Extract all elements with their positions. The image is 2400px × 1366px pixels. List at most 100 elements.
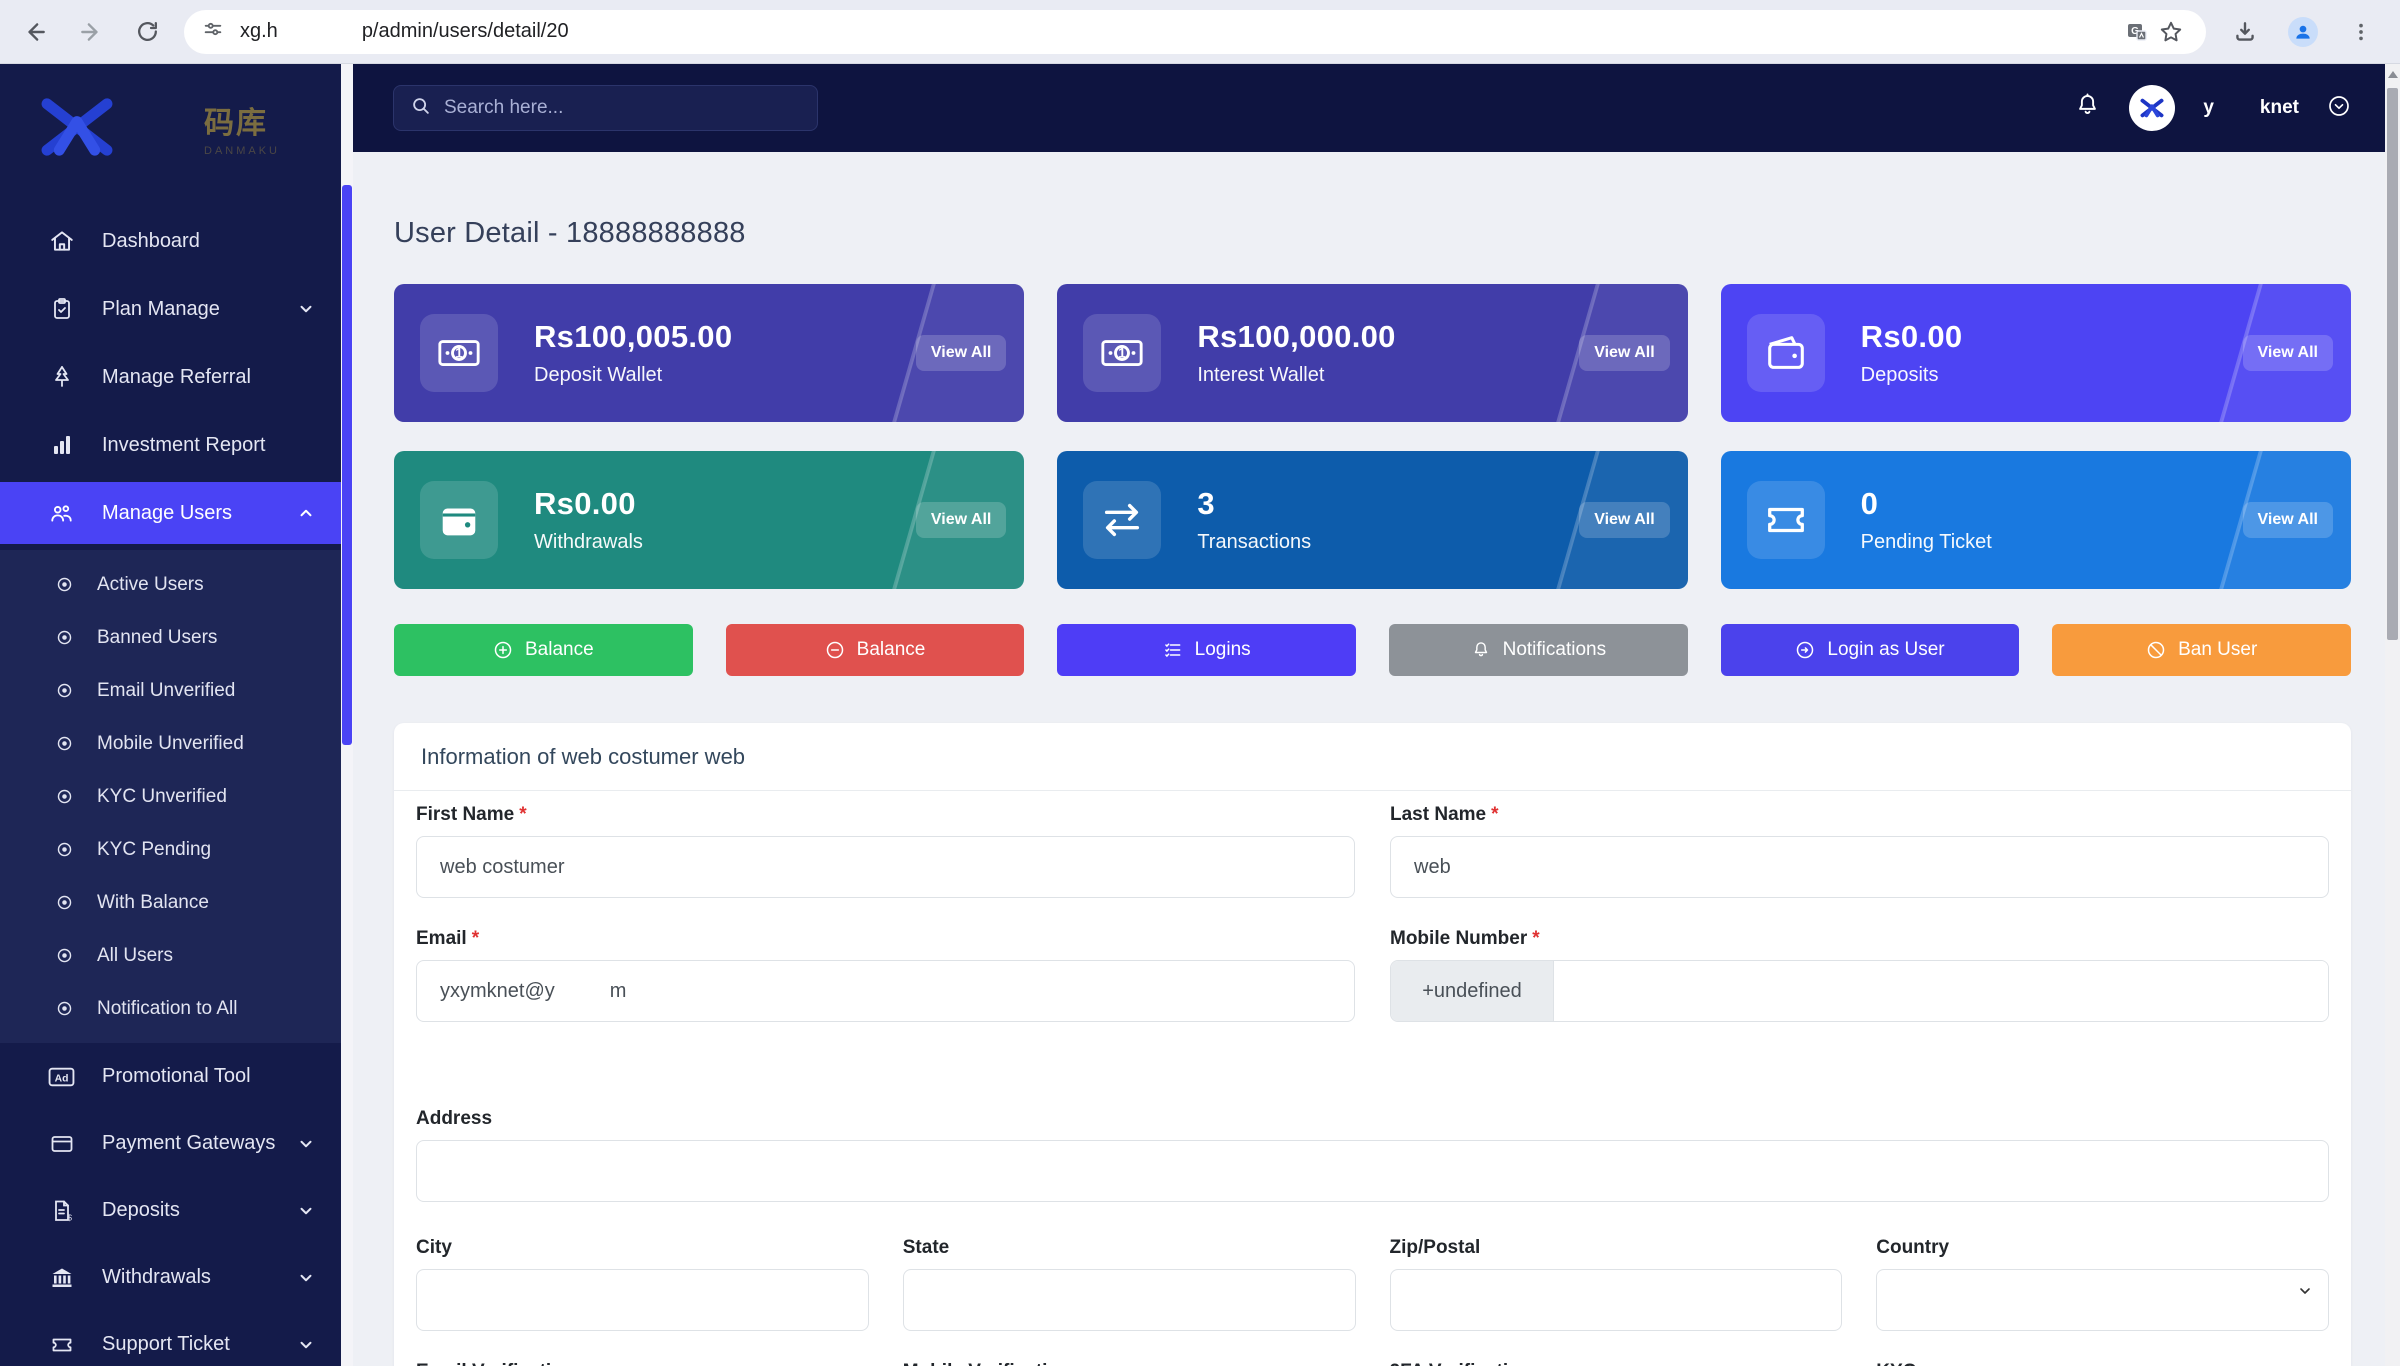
ban-user-button[interactable]: Ban User — [2052, 624, 2351, 676]
scroll-up-arrow-icon[interactable] — [2385, 70, 2400, 80]
sidebar-item-with-balance[interactable]: With Balance — [0, 876, 341, 929]
city-field[interactable] — [416, 1269, 869, 1331]
search-input[interactable] — [444, 97, 801, 119]
sidebar-item-all-users[interactable]: All Users — [0, 929, 341, 982]
page-scrollbar[interactable] — [2385, 64, 2400, 1366]
notifications-bell-icon[interactable] — [2074, 92, 2101, 124]
card-amount: Rs0.00 — [534, 486, 643, 522]
banknote-icon: 1 — [420, 314, 498, 392]
sidebar-item-promotional-tool[interactable]: Ad Promotional Tool — [0, 1043, 341, 1110]
site-settings-icon[interactable] — [202, 18, 224, 45]
subtract-balance-button[interactable]: Balance — [726, 624, 1025, 676]
sidebar-item-manage-users[interactable]: Manage Users — [0, 482, 341, 544]
dot-circle-icon — [56, 947, 73, 964]
svg-text:1: 1 — [455, 346, 463, 361]
view-all-button[interactable]: View All — [1579, 502, 1669, 538]
address-bar[interactable]: xg.h p/admin/users/detail/20 G — [184, 10, 2206, 54]
sidebar-item-kyc-pending[interactable]: KYC Pending — [0, 823, 341, 876]
card-label: Transactions — [1197, 531, 1311, 554]
login-circle-icon — [1795, 640, 1815, 660]
user-menu[interactable]: y knet — [2203, 97, 2299, 119]
downloads-icon[interactable] — [2228, 15, 2262, 49]
first-name-field[interactable] — [416, 836, 1355, 898]
mobile-prefix: +undefined — [1391, 961, 1554, 1021]
sidebar-item-banned-users[interactable]: Banned Users — [0, 611, 341, 664]
login-as-user-button[interactable]: Login as User — [1721, 624, 2020, 676]
sidebar-item-payment-gateways[interactable]: Payment Gateways — [0, 1110, 341, 1177]
required-asterisk: * — [472, 928, 479, 949]
sidebar-scrollbar-thumb[interactable] — [342, 185, 352, 745]
twofa-verification-label: 2FA Verification — [1390, 1361, 1843, 1366]
state-field[interactable] — [903, 1269, 1356, 1331]
sidebar-item-investment-report[interactable]: Investment Report — [0, 414, 341, 476]
ad-icon: Ad — [48, 1065, 75, 1089]
bell-icon — [1471, 640, 1491, 660]
brand-title: 码库 — [204, 98, 280, 142]
zip-field[interactable] — [1390, 1269, 1843, 1331]
page-scrollbar-thumb[interactable] — [2387, 88, 2398, 640]
browser-menu-icon[interactable] — [2344, 15, 2378, 49]
dot-circle-icon — [56, 1000, 73, 1017]
chevron-down-icon — [297, 1336, 315, 1354]
last-name-field[interactable] — [1390, 836, 2329, 898]
chevron-down-icon — [297, 1202, 315, 1220]
browser-reload-icon[interactable] — [130, 15, 164, 49]
mobile-verification-label: Mobile Verification — [903, 1361, 1356, 1366]
mobile-number-label: Mobile Number* — [1390, 928, 2329, 950]
card-amount: 0 — [1861, 486, 1992, 522]
email-field[interactable]: yxymknet@y m — [416, 960, 1355, 1022]
transfer-icon — [1083, 481, 1161, 559]
search-box[interactable] — [393, 85, 818, 131]
browser-back-icon[interactable] — [18, 15, 52, 49]
logins-button[interactable]: Logins — [1057, 624, 1356, 676]
sidebar-item-support-ticket[interactable]: Support Ticket — [0, 1311, 341, 1366]
wallet-icon — [1747, 314, 1825, 392]
user-info-card: Information of web costumer web First Na… — [394, 723, 2351, 1366]
users-icon — [48, 500, 75, 526]
card-amount: Rs100,000.00 — [1197, 319, 1395, 355]
view-all-button[interactable]: View All — [916, 335, 1006, 371]
file-dollar-icon: $ — [48, 1198, 75, 1224]
state-label: State — [903, 1237, 1356, 1259]
dot-circle-icon — [56, 735, 73, 752]
add-balance-button[interactable]: Balance — [394, 624, 693, 676]
minus-circle-icon — [825, 640, 845, 660]
sidebar-item-dashboard[interactable]: Dashboard — [0, 210, 341, 272]
bank-icon — [48, 1266, 75, 1290]
sidebar-item-kyc-unverified[interactable]: KYC Unverified — [0, 770, 341, 823]
user-avatar[interactable] — [2129, 85, 2175, 131]
browser-forward-icon[interactable] — [74, 15, 108, 49]
screen: xg.h p/admin/users/detail/20 G — [0, 0, 2400, 1366]
page-title: User Detail - 18888888888 — [394, 215, 2351, 251]
view-all-button[interactable]: View All — [2243, 502, 2333, 538]
user-menu-chevron-icon[interactable] — [2327, 94, 2351, 123]
sidebar-item-manage-referral[interactable]: Manage Referral — [0, 346, 341, 408]
view-all-button[interactable]: View All — [1579, 335, 1669, 371]
bookmark-star-icon[interactable] — [2154, 15, 2188, 49]
sidebar-item-withdrawals[interactable]: Withdrawals — [0, 1244, 341, 1311]
view-all-button[interactable]: View All — [916, 502, 1006, 538]
sidebar: 码库 DANMAKU Dashboard Plan Manage — [0, 64, 341, 1366]
card-deposit-wallet: 1 Rs100,005.00 Deposit Wallet View All — [394, 284, 1024, 422]
mobile-number-field[interactable] — [1554, 961, 2328, 1021]
chevron-down-icon — [297, 300, 315, 318]
country-select[interactable] — [1876, 1269, 2329, 1331]
sidebar-item-active-users[interactable]: Active Users — [0, 558, 341, 611]
translate-icon[interactable]: G — [2120, 15, 2154, 49]
dot-circle-icon — [56, 894, 73, 911]
email-verification-label: Email Verification — [416, 1361, 869, 1366]
sidebar-item-plan-manage[interactable]: Plan Manage — [0, 278, 341, 340]
email-value-part2: m — [610, 980, 627, 1003]
sidebar-item-mobile-unverified[interactable]: Mobile Unverified — [0, 717, 341, 770]
sidebar-item-email-unverified[interactable]: Email Unverified — [0, 664, 341, 717]
svg-text:Ad: Ad — [55, 1073, 69, 1084]
address-field[interactable] — [416, 1140, 2329, 1202]
browser-profile-avatar[interactable] — [2288, 17, 2318, 47]
notifications-button[interactable]: Notifications — [1389, 624, 1688, 676]
brand-logo[interactable]: 码库 DANMAKU — [0, 64, 341, 190]
card-label: Withdrawals — [534, 531, 643, 554]
view-all-button[interactable]: View All — [2243, 335, 2333, 371]
kyc-label: KYC — [1876, 1361, 2329, 1366]
sidebar-item-deposits[interactable]: $ Deposits — [0, 1177, 341, 1244]
sidebar-item-notification-to-all[interactable]: Notification to All — [0, 982, 341, 1035]
